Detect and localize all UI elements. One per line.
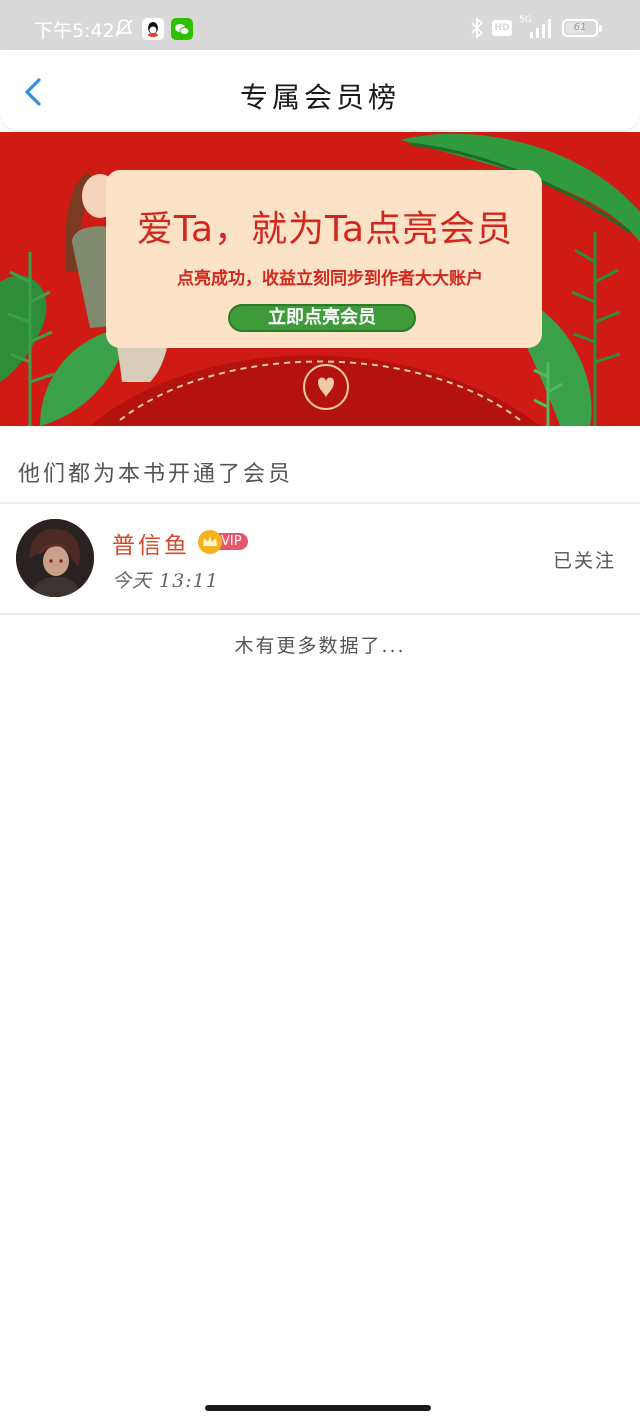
wechat-notification-icon (171, 18, 193, 40)
section-title: 他们都为本书开通了会员 (18, 462, 294, 487)
banner-headline: 爱Ta，就为Ta点亮会员 (136, 209, 514, 250)
light-up-membership-button[interactable]: 立即点亮会员 (228, 304, 416, 332)
page-title: 专属会员榜 (239, 81, 400, 114)
member-time: 今天 13:11 (112, 570, 219, 592)
top-nav-bar: 专属会员榜 (0, 50, 640, 130)
battery-cap (599, 25, 602, 32)
signal-icon (530, 19, 551, 38)
list-item[interactable]: 普信鱼 VIP 今天 13:11 已关注 (0, 504, 640, 614)
member-name[interactable]: 普信鱼 (112, 526, 190, 560)
mute-bell-icon (115, 19, 133, 37)
membership-promo-banner[interactable]: 爱Ta，就为Ta点亮会员 点亮成功，收益立刻同步到作者大大账户 立即点亮会员 (0, 132, 640, 426)
bluetooth-icon (471, 17, 484, 39)
battery-icon: 61 (562, 19, 598, 37)
status-bar: 下午5:42 HD 5G 61 (0, 0, 640, 50)
crown-icon (198, 530, 222, 554)
banner-subtitle: 点亮成功，收益立刻同步到作者大大账户 (177, 269, 483, 289)
divider (0, 613, 640, 615)
hd-icon: HD (492, 20, 512, 36)
status-time: 下午5:42 (34, 20, 115, 42)
qq-notification-icon (142, 18, 164, 40)
home-indicator[interactable] (205, 1405, 431, 1411)
vip-badge: VIP (198, 530, 250, 554)
battery-percent: 61 (573, 22, 587, 33)
no-more-data-text: 木有更多数据了... (234, 635, 406, 657)
avatar[interactable] (16, 519, 94, 597)
vip-label: VIP (221, 534, 242, 549)
follow-status-button[interactable]: 已关注 (553, 546, 616, 573)
